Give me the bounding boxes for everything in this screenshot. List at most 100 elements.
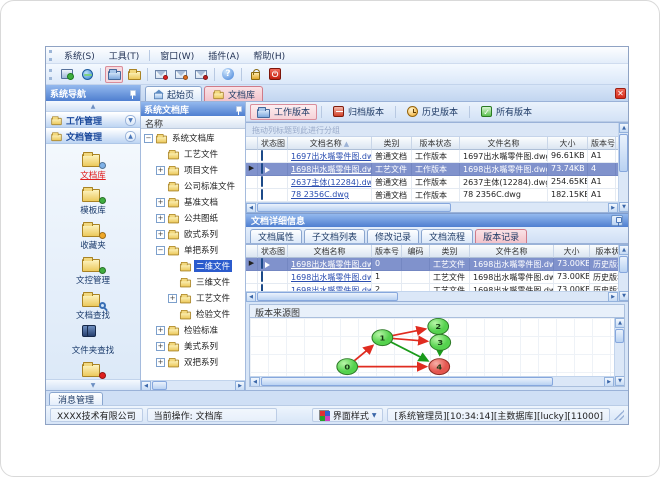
expand-icon[interactable]: +: [156, 325, 165, 335]
scroll-thumb[interactable]: [619, 134, 628, 172]
tree-item-9[interactable]: 二维文件: [141, 258, 245, 274]
message-manager-tab[interactable]: 消息管理: [49, 392, 104, 406]
table-row[interactable]: 1698出水嘴零件图.dwg 2 工艺文件 1698出水嘴零件图.dwg 73.00KB…: [246, 284, 618, 291]
menu-item-1[interactable]: 系统(S): [57, 47, 102, 64]
column-header-6[interactable]: 文件名称: [470, 245, 554, 258]
scroll-left-arrow[interactable]: ◀: [246, 203, 256, 213]
menubar-grip[interactable]: [49, 49, 52, 61]
expand-icon[interactable]: +: [156, 197, 165, 207]
sidebar-scroll-down[interactable]: ▼: [46, 379, 140, 390]
tree-item-2[interactable]: 工艺文件: [141, 146, 245, 162]
chevron-down-icon[interactable]: ▼: [125, 114, 136, 126]
tree-item-7[interactable]: + 欧式系列: [141, 226, 245, 242]
version-button-3[interactable]: 历史版本: [400, 104, 465, 120]
close-tab-button[interactable]: ✕: [615, 88, 626, 99]
pin-icon[interactable]: [127, 89, 136, 99]
detail-tab-5[interactable]: 版本记录: [475, 229, 528, 243]
tree-item-6[interactable]: + 公共图纸: [141, 210, 245, 226]
menu-item-5[interactable]: 帮助(H): [246, 47, 292, 64]
detail-tab-1[interactable]: 文档属性: [250, 229, 303, 243]
scroll-up-arrow[interactable]: ▲: [615, 318, 624, 328]
document-library-button[interactable]: [105, 65, 123, 83]
sidebar-scroll-up[interactable]: ▲: [46, 101, 140, 112]
scroll-track[interactable]: [256, 203, 608, 212]
scroll-left-arrow[interactable]: ◀: [250, 377, 260, 386]
expand-icon[interactable]: +: [156, 229, 165, 239]
scroll-thumb[interactable]: [257, 203, 451, 212]
table-row[interactable]: 1697出水嘴零件图.dwg 普通文档 工作版本 1697出水嘴零件图.dwg 96.6…: [246, 150, 628, 163]
menu-item-2[interactable]: 工具(T): [102, 47, 147, 64]
tree-item-14[interactable]: + 美式系列: [141, 338, 245, 354]
tab-文档库[interactable]: 文档库: [204, 86, 264, 101]
mail-send-button[interactable]: [172, 66, 190, 83]
scroll-track[interactable]: [151, 381, 235, 390]
sidebar-item-1[interactable]: 文档库: [49, 149, 137, 182]
documents-table-hscrollbar[interactable]: ◀ ▶: [246, 202, 618, 213]
expand-icon[interactable]: +: [168, 293, 177, 303]
pin-icon[interactable]: [233, 105, 242, 115]
column-header-2[interactable]: 文档名称: [288, 245, 372, 258]
collapse-icon[interactable]: −: [156, 245, 165, 255]
tree-hscrollbar[interactable]: ◀ ▶: [141, 380, 245, 390]
tree-item-12[interactable]: 检验文件: [141, 306, 245, 322]
column-header-5[interactable]: 类别: [430, 245, 470, 258]
globe-button[interactable]: [78, 66, 96, 83]
sidebar-item-2[interactable]: 模板库: [49, 184, 137, 217]
table-row[interactable]: 78 2356C.dwg 普通文档 工作版本 78 2356C.dwg 182.15KB…: [246, 189, 628, 202]
column-header-7[interactable]: 大小: [554, 245, 590, 258]
sidebar-group-2[interactable]: 文档管理 ▲: [46, 128, 140, 144]
lock-button[interactable]: [246, 66, 264, 83]
scroll-track[interactable]: [619, 133, 628, 202]
scroll-right-arrow[interactable]: ▶: [608, 203, 618, 213]
power-button[interactable]: ⏻: [266, 66, 284, 83]
tree-item-15[interactable]: + 双把系列: [141, 354, 245, 370]
graph-vscrollbar[interactable]: ▲ ▼: [614, 318, 624, 386]
table-row[interactable]: ▶ 1698出水嘴零件图.dwg 工艺文件 工作版本 1698出水嘴零件图.dwg 73.…: [246, 163, 628, 176]
documents-table-vscrollbar[interactable]: ▲ ▼: [618, 123, 628, 212]
menu-item-4[interactable]: 插件(A): [201, 47, 246, 64]
tree-item-3[interactable]: + 项目文件: [141, 162, 245, 178]
scroll-down-arrow[interactable]: ▼: [619, 202, 628, 212]
column-header-4[interactable]: 版本状态: [412, 137, 460, 150]
scroll-thumb[interactable]: [261, 377, 554, 386]
table-row[interactable]: 1698出水嘴零件图.dwg 1 工艺文件 1698出水嘴零件图.dwg 73.00KB…: [246, 271, 628, 284]
detail-pin-button[interactable]: [611, 215, 623, 226]
interface-style-dropdown[interactable]: 界面样式 ▼: [311, 408, 384, 422]
tree-item-10[interactable]: 三维文件: [141, 274, 245, 290]
tab-起始页[interactable]: 起始页: [145, 86, 203, 101]
expand-icon[interactable]: +: [156, 357, 165, 367]
folder-view-button[interactable]: [125, 66, 143, 83]
version-button-4[interactable]: ✓ 所有版本: [474, 104, 539, 120]
tree-item-8[interactable]: − 单把系列: [141, 242, 245, 258]
scroll-up-arrow[interactable]: ▲: [619, 123, 628, 133]
collapse-icon[interactable]: −: [144, 133, 153, 143]
scroll-right-arrow[interactable]: ▶: [235, 381, 245, 390]
detail-tab-4[interactable]: 文档流程: [421, 229, 474, 243]
tree-item-11[interactable]: + 工艺文件: [141, 290, 245, 306]
sidebar-item-7[interactable]: 签出的文档: [49, 359, 137, 379]
sidebar-group-1[interactable]: 工作管理 ▼: [46, 112, 140, 128]
column-header-5[interactable]: 文件名称: [460, 137, 548, 150]
versions-table-vscrollbar[interactable]: ▲ ▼: [618, 245, 628, 301]
version-button-2[interactable]: 归档版本: [326, 104, 391, 120]
scroll-right-arrow[interactable]: ▶: [608, 292, 618, 302]
scroll-track[interactable]: [260, 377, 604, 386]
chevron-up-icon[interactable]: ▲: [125, 130, 136, 142]
help-button[interactable]: ?: [219, 66, 237, 83]
versions-table-hscrollbar[interactable]: ◀ ▶: [246, 291, 618, 302]
scroll-right-arrow[interactable]: ▶: [604, 377, 614, 386]
scroll-down-arrow[interactable]: ▼: [619, 291, 628, 301]
toolbar-grip[interactable]: [49, 68, 52, 80]
column-header-4[interactable]: 编码: [402, 245, 430, 258]
expand-icon[interactable]: +: [156, 341, 165, 351]
menu-item-3[interactable]: 窗口(W): [153, 47, 201, 64]
table-row[interactable]: 2637主体(12284).dwg 普通文档 工作版本 2637主体(12284).d…: [246, 176, 628, 189]
column-header-3[interactable]: 版本号: [372, 245, 402, 258]
sidebar-item-5[interactable]: 文档查找: [49, 289, 137, 322]
tree-item-1[interactable]: − 系统文档库: [141, 130, 245, 146]
scroll-thumb[interactable]: [152, 381, 168, 390]
graph-hscrollbar[interactable]: ◀ ▶: [250, 376, 614, 386]
scroll-left-arrow[interactable]: ◀: [246, 292, 256, 302]
scroll-thumb[interactable]: [615, 329, 624, 344]
detail-tab-2[interactable]: 子文档列表: [304, 229, 366, 243]
